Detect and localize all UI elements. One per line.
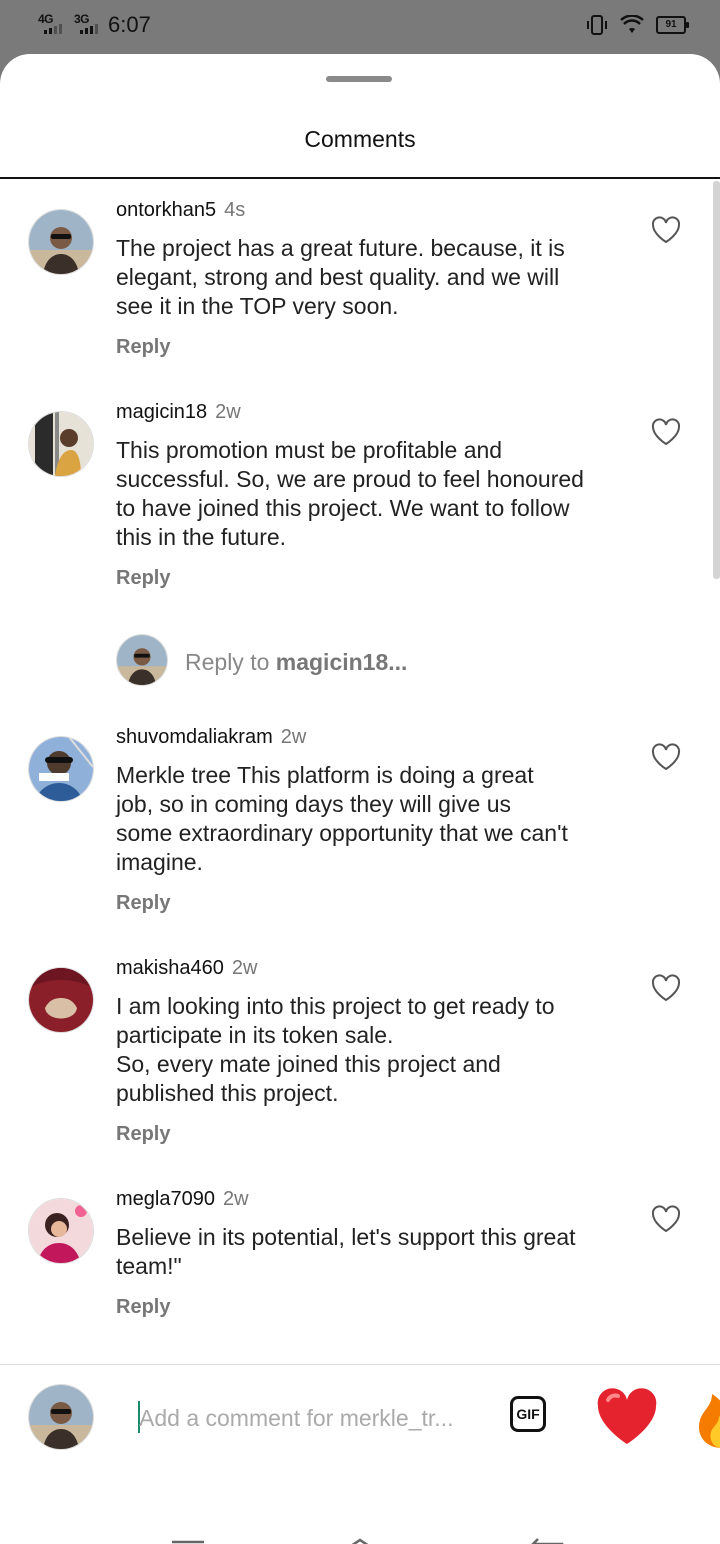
drag-handle[interactable] <box>326 76 392 82</box>
reply-button[interactable]: Reply <box>116 336 170 359</box>
avatar[interactable] <box>28 209 94 275</box>
username-label[interactable]: magicin18 <box>116 401 207 423</box>
timestamp: 4s <box>224 199 246 221</box>
system-nav-bar <box>0 1506 720 1544</box>
reply-to-prompt[interactable]: Reply to magicin18... <box>185 649 407 676</box>
comment-text: I am looking into this project to get re… <box>116 993 555 1106</box>
username-label[interactable]: makisha460 <box>116 957 224 979</box>
reply-to-label: Reply to <box>185 649 276 675</box>
username-label[interactable]: shuvomdaliakram <box>116 726 273 748</box>
comment-text: Merkle tree This platform is doing a gre… <box>116 762 568 875</box>
scrollbar[interactable] <box>713 181 720 579</box>
reply-button[interactable]: Reply <box>116 892 170 915</box>
reply-button[interactable]: Reply <box>116 1296 170 1319</box>
red-heart-emoji-icon[interactable] <box>594 1384 660 1450</box>
timestamp: 2w <box>231 957 258 979</box>
status-bar: 4G 3G 6:07 91 <box>0 0 720 54</box>
clock: 6:07 <box>108 12 151 37</box>
signal-bars-icon-2 <box>80 24 98 34</box>
my-avatar <box>28 1384 94 1450</box>
comments-sheet: Comments ontorkhan5 4s The project has a … <box>0 54 720 1544</box>
username-label[interactable]: ontorkhan5 <box>116 199 216 221</box>
avatar[interactable] <box>28 967 94 1033</box>
timestamp: 2w <box>222 1188 249 1210</box>
sheet-title: Comments <box>304 126 416 152</box>
comment-text: The project has a great future. because,… <box>116 235 565 319</box>
avatar[interactable] <box>28 411 94 477</box>
avatar[interactable] <box>28 1198 94 1264</box>
wifi-icon <box>620 15 644 33</box>
like-heart-icon[interactable] <box>650 742 682 772</box>
title-divider <box>0 177 720 179</box>
battery-icon: 91 <box>656 16 689 34</box>
username[interactable]: makisha460 2w <box>116 957 257 980</box>
gif-button[interactable]: GIF <box>510 1396 546 1432</box>
back-icon[interactable] <box>528 1536 568 1544</box>
like-heart-icon[interactable] <box>650 215 682 245</box>
like-heart-icon[interactable] <box>650 973 682 1003</box>
comment-text: Believe in its potential, let's support … <box>116 1224 576 1279</box>
username[interactable]: ontorkhan5 4s <box>116 199 245 222</box>
composer-divider <box>0 1364 720 1365</box>
username[interactable]: megla7090 2w <box>116 1188 249 1211</box>
vibrate-icon <box>587 15 607 35</box>
reply-button[interactable]: Reply <box>116 567 170 590</box>
reply-button[interactable]: Reply <box>116 1123 170 1146</box>
username[interactable]: magicin18 2w <box>116 401 241 424</box>
like-heart-icon[interactable] <box>650 1204 682 1234</box>
username-label[interactable]: megla7090 <box>116 1188 215 1210</box>
comment-input[interactable] <box>139 1400 479 1436</box>
username[interactable]: shuvomdaliakram 2w <box>116 726 306 749</box>
avatar[interactable] <box>28 736 94 802</box>
timestamp: 2w <box>280 726 307 748</box>
menu-icon[interactable] <box>168 1536 208 1544</box>
fire-emoji-icon[interactable] <box>690 1384 720 1450</box>
signal-bars-icon <box>44 24 62 34</box>
comment-text: This promotion must be profitable and su… <box>116 437 584 550</box>
timestamp: 2w <box>215 401 241 423</box>
reply-to-username: magicin18... <box>275 649 408 675</box>
avatar <box>116 634 168 686</box>
like-heart-icon[interactable] <box>650 417 682 447</box>
home-icon[interactable] <box>340 1536 380 1544</box>
